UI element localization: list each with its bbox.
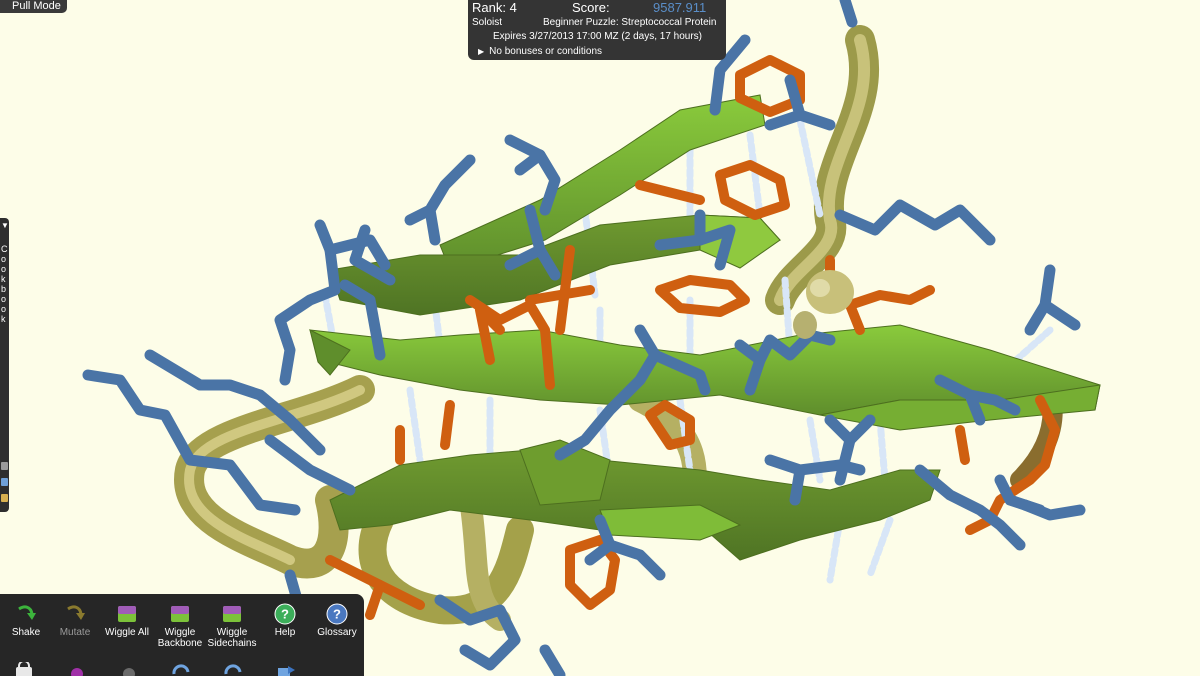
wiggle-sidechains-icon — [223, 606, 241, 622]
expand-triangle-icon: ▶ — [478, 47, 485, 56]
glossary-button[interactable]: ? Glossary — [311, 594, 363, 638]
wiggle-all-label: Wiggle All — [105, 627, 149, 638]
svg-text:?: ? — [333, 607, 341, 622]
score-label: Score: — [572, 0, 610, 15]
bonus-toggle[interactable]: ▶ No bonuses or conditions — [478, 46, 602, 58]
action-toolbar: Shake Mutate Wiggle All Wiggle Backbone — [0, 594, 364, 676]
wiggle-backbone-label: Wiggle Backbone — [157, 627, 203, 649]
score-value: 9587.911 — [653, 0, 707, 15]
reset-button[interactable] — [222, 662, 244, 676]
shake-button[interactable]: Shake — [0, 594, 52, 638]
pull-mode-label: Pull Mode — [12, 0, 61, 12]
wiggle-backbone-icon — [171, 606, 189, 622]
bonus-text: No bonuses or conditions — [489, 46, 603, 57]
wiggle-all-button[interactable]: Wiggle All — [101, 594, 153, 638]
wiggle-sidechains-button[interactable]: Wiggle Sidechains — [206, 594, 258, 649]
rubber-band-icon — [71, 668, 83, 676]
play-mode: Soloist — [472, 17, 503, 28]
mutate-label: Mutate — [59, 627, 91, 638]
mutate-arrow-icon — [67, 605, 85, 620]
wiggle-backbone-button[interactable]: Wiggle Backbone — [154, 594, 206, 649]
rebuild-button[interactable] — [274, 662, 296, 676]
rank-text: Rank: 4 — [472, 0, 517, 15]
glossary-icon: ? — [326, 603, 348, 625]
glossary-label: Glossary — [317, 627, 357, 638]
recipe-folder-icon[interactable] — [1, 494, 8, 502]
reset-icon — [224, 664, 242, 675]
game-stage[interactable]: Pull Mode Rank: 4 Score: 9587.911 Solois… — [0, 0, 1200, 676]
protein-viewport[interactable] — [0, 0, 1200, 676]
help-icon: ? — [274, 603, 296, 625]
wiggle-all-icon — [118, 606, 136, 622]
collapse-arrow-icon[interactable]: ▼ — [1, 222, 9, 230]
refresh-icon — [172, 664, 190, 675]
pull-mode-badge[interactable]: Pull Mode — [0, 0, 67, 13]
mutate-button[interactable]: Mutate — [49, 594, 101, 638]
undo-button[interactable] — [170, 662, 192, 676]
expiry-text: Expires 3/27/2013 17:00 MZ (2 days, 17 h… — [493, 31, 703, 42]
recipe-script-icon[interactable] — [1, 478, 8, 486]
rebuild-icon — [278, 666, 295, 676]
shake-arrow-icon — [18, 605, 36, 620]
freeze-button[interactable] — [13, 662, 35, 676]
beta-sheets — [309, 94, 1101, 561]
help-button[interactable]: ? Help — [259, 594, 311, 638]
shake-label: Shake — [11, 627, 41, 638]
score-panel: Rank: 4 Score: 9587.911 Soloist Beginner… — [468, 0, 726, 60]
lock-icon — [16, 662, 32, 676]
svg-text:?: ? — [281, 607, 289, 622]
puzzle-title: Beginner Puzzle: Streptococcal Protein — [543, 17, 717, 28]
clash-icon — [123, 668, 135, 676]
recipe-list-icon[interactable] — [1, 462, 8, 470]
help-label: Help — [274, 627, 296, 638]
wiggle-sidechains-label: Wiggle Sidechains — [207, 627, 257, 649]
cookbook-label: Cookbook — [1, 244, 8, 324]
band-tool-button[interactable] — [66, 662, 88, 676]
cookbook-panel-tab[interactable]: ▼ Cookbook — [0, 218, 9, 512]
clash-tool-button[interactable] — [118, 662, 140, 676]
